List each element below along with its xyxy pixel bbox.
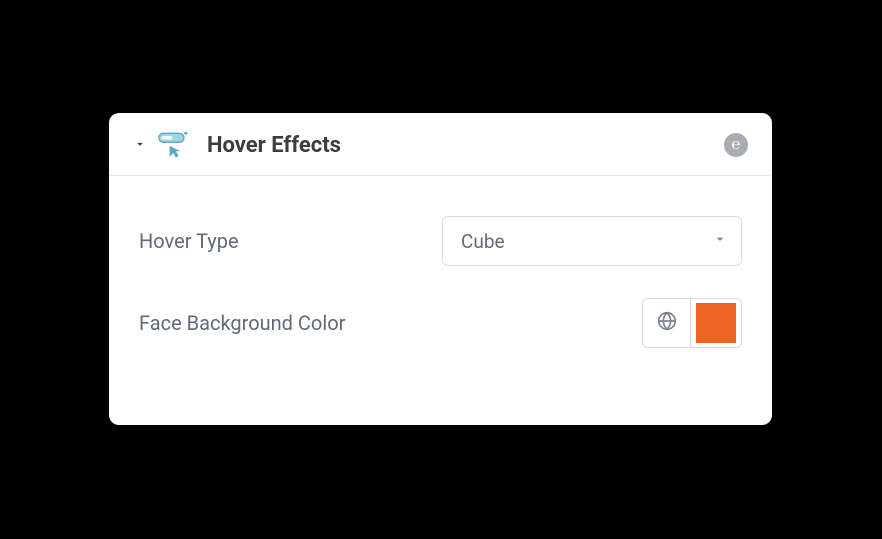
face-bg-color-row: Face Background Color [139,298,742,348]
globe-icon [656,310,678,336]
color-swatch-button[interactable] [691,299,741,347]
global-color-button[interactable] [643,299,691,347]
hover-type-selected-value: Cube [442,216,742,266]
face-bg-color-label: Face Background Color [139,311,429,335]
hover-effects-panel: Hover Effects ℮ Hover Type Cube Face Bac… [109,113,772,425]
face-bg-color-widget [429,298,742,348]
collapse-toggle[interactable] [133,136,147,155]
caret-down-icon [133,136,147,155]
hover-type-row: Hover Type Cube [139,216,742,266]
color-swatch [696,303,736,343]
hover-type-select[interactable]: Cube [442,216,742,266]
panel-title: Hover Effects [207,133,341,158]
hover-type-widget: Cube [429,216,742,266]
color-picker-group [642,298,742,348]
panel-body: Hover Type Cube Face Background Color [109,176,772,404]
hover-effects-icon [157,131,193,159]
badge-glyph: ℮ [731,138,740,153]
hover-type-label: Hover Type [139,229,429,253]
panel-header: Hover Effects ℮ [109,113,772,176]
essential-badge[interactable]: ℮ [724,133,748,157]
